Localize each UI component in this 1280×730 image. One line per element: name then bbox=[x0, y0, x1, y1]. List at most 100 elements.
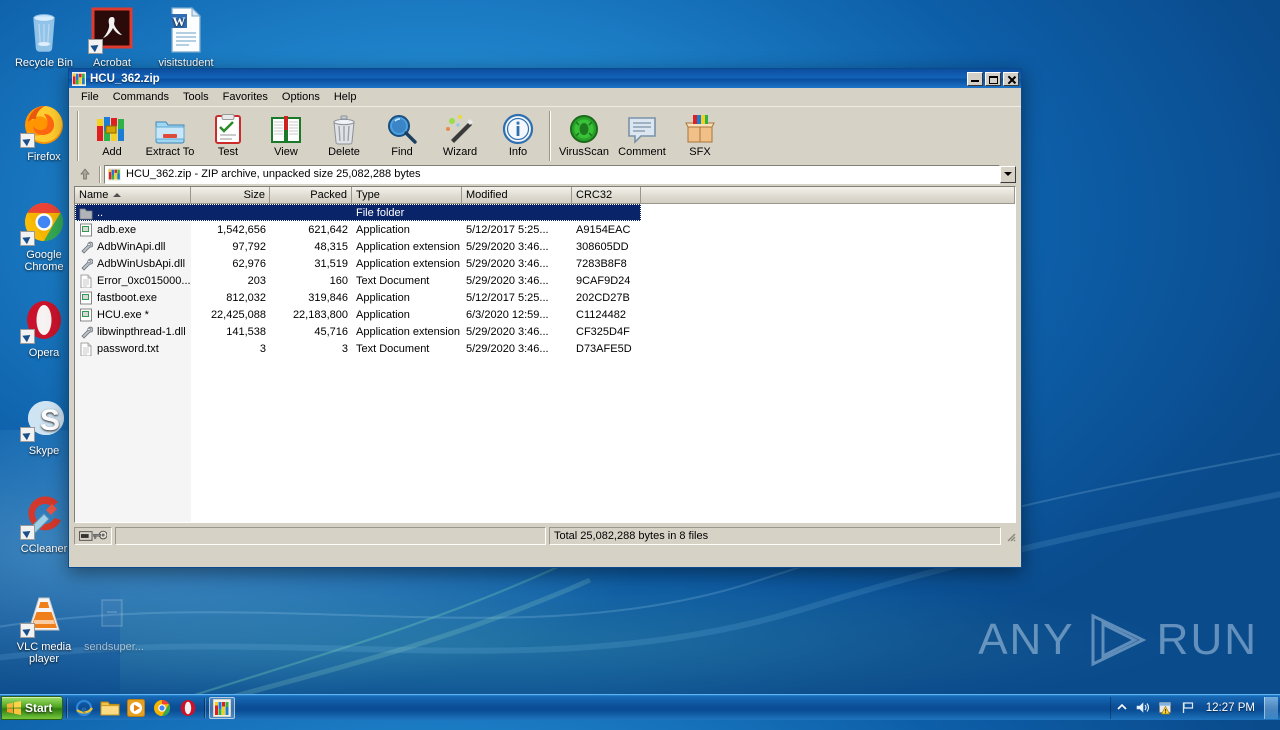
shortcut-arrow-icon bbox=[20, 525, 35, 540]
column-header-filler[interactable] bbox=[641, 187, 1015, 204]
toolbar-button-view[interactable]: View bbox=[257, 111, 315, 158]
menu-item-tools[interactable]: Tools bbox=[176, 89, 216, 105]
minimize-button[interactable] bbox=[967, 71, 983, 86]
status-total: Total 25,082,288 bytes in 8 files bbox=[549, 527, 1001, 545]
table-row[interactable]: libwinpthread-1.dll 141,538 45,716 Applicat… bbox=[75, 323, 1015, 340]
menu-item-help[interactable]: Help bbox=[327, 89, 364, 105]
desktop-icon-vlc-media-player[interactable]: VLC media player bbox=[8, 590, 80, 665]
svg-text:S: S bbox=[40, 404, 60, 437]
table-row[interactable]: AdbWinUsbApi.dll 62,976 31,519 Application … bbox=[75, 255, 1015, 272]
toolbar-button-add[interactable]: Add bbox=[83, 111, 141, 158]
up-arrow-icon bbox=[80, 168, 90, 180]
file-list-header[interactable]: Name Size Packed Type Modified CRC32 bbox=[75, 187, 1015, 204]
address-dropdown-button[interactable] bbox=[1000, 165, 1016, 183]
cell-text: Text Document bbox=[356, 274, 430, 287]
file-list[interactable]: Name Size Packed Type Modified CRC32 .. File f… bbox=[74, 186, 1016, 523]
quicklaunch-windows-media-player[interactable] bbox=[123, 697, 149, 719]
menu-item-commands[interactable]: Commands bbox=[106, 89, 176, 105]
table-row[interactable]: .. File folder bbox=[75, 204, 1015, 221]
quicklaunch-internet-explorer[interactable]: e bbox=[71, 697, 97, 719]
system-tray[interactable]: 12:27 PM bbox=[1109, 696, 1280, 719]
desktop-icon-visitstudent[interactable]: W visitstudent bbox=[150, 6, 222, 69]
toolbar-button-label: View bbox=[274, 146, 298, 158]
cell-crc32: CF325D4F bbox=[572, 326, 641, 338]
desktop-icon-sendsuper[interactable]: sendsuper... bbox=[78, 590, 150, 653]
column-header-type[interactable]: Type bbox=[352, 187, 462, 204]
volume-speaker-icon[interactable] bbox=[1133, 698, 1155, 718]
task-buttons[interactable] bbox=[209, 696, 235, 719]
column-header-size[interactable]: Size bbox=[191, 187, 270, 204]
toolbar-button-test[interactable]: Test bbox=[199, 111, 257, 158]
table-row[interactable]: password.txt 3 3 Text Document 5/29/2020 3:4… bbox=[75, 340, 1015, 357]
toolbar-button-delete[interactable]: Delete bbox=[315, 111, 373, 158]
cell-text: 7283B8F8 bbox=[576, 257, 627, 270]
toolbar-button-find[interactable]: Find bbox=[373, 111, 431, 158]
address-bar-row[interactable]: HCU_362.zip - ZIP archive, unpacked size… bbox=[69, 164, 1021, 186]
table-row[interactable]: Error_0xc015000... 203 160 Text Document 5/2… bbox=[75, 272, 1015, 289]
cell-size: 97,792 bbox=[191, 241, 270, 253]
menu-item-favorites[interactable]: Favorites bbox=[216, 89, 275, 105]
vlc-media-player-icon bbox=[20, 590, 68, 638]
toolbar-button-virusscan[interactable]: VirusScan bbox=[555, 111, 613, 158]
toolbar-button-sfx[interactable]: SFX bbox=[671, 111, 729, 158]
show-desktop-button[interactable] bbox=[1264, 696, 1278, 719]
cell-size: 812,032 bbox=[191, 292, 270, 304]
column-header-label: Modified bbox=[466, 189, 508, 201]
cell-text: .. bbox=[97, 206, 104, 219]
file-list-rows[interactable]: .. File folder adb.exe 1,542,656 621,642 App… bbox=[75, 204, 1015, 522]
maximize-button[interactable] bbox=[985, 71, 1001, 86]
text-document-icon bbox=[79, 274, 93, 288]
toolbar-button-wizard[interactable]: Wizard bbox=[431, 111, 489, 158]
cell-text: 31,519 bbox=[314, 257, 348, 270]
start-button[interactable]: Start bbox=[1, 695, 63, 720]
winrar-task-button[interactable] bbox=[209, 696, 235, 719]
show-hidden-icons-chevron-icon[interactable] bbox=[1111, 698, 1133, 718]
resize-grip[interactable] bbox=[1004, 530, 1016, 542]
toolbar[interactable]: Add Extract To Test View Delete Find Wiz… bbox=[69, 106, 1021, 164]
table-row[interactable]: HCU.exe * 22,425,088 22,183,800 Application… bbox=[75, 306, 1015, 323]
opera-icon bbox=[180, 699, 196, 716]
table-row[interactable]: AdbWinApi.dll 97,792 48,315 Application ext… bbox=[75, 238, 1015, 255]
taskbar[interactable]: Start e 12:27 PM bbox=[0, 694, 1280, 720]
address-field[interactable]: HCU_362.zip - ZIP archive, unpacked size… bbox=[104, 164, 1000, 184]
windows-explorer-icon bbox=[100, 701, 120, 715]
menu-item-options[interactable]: Options bbox=[275, 89, 327, 105]
anyrun-play-logo bbox=[1091, 613, 1147, 667]
toolbar-button-extract-to[interactable]: Extract To bbox=[141, 111, 199, 158]
taskbar-clock[interactable]: 12:27 PM bbox=[1199, 702, 1262, 714]
desktop-icon-recycle-bin[interactable]: Recycle Bin bbox=[8, 6, 80, 69]
menu-bar[interactable]: File Commands Tools Favorites Options Help bbox=[69, 88, 1021, 106]
toolbar-button-label: Comment bbox=[618, 146, 666, 158]
toolbar-button-label: Wizard bbox=[442, 146, 478, 158]
menu-item-file[interactable]: File bbox=[74, 89, 106, 105]
column-header-packed[interactable]: Packed bbox=[270, 187, 352, 204]
desktop-icon-acrobat[interactable]: Acrobat bbox=[76, 6, 148, 69]
column-header-label: Name bbox=[79, 189, 109, 201]
shortcut-arrow-icon bbox=[20, 133, 35, 148]
toolbar-button-label: Info bbox=[508, 146, 528, 158]
winrar-books-icon bbox=[108, 167, 121, 181]
column-header-name[interactable]: Name bbox=[75, 187, 191, 204]
toolbar-button-comment[interactable]: Comment bbox=[613, 111, 671, 158]
up-one-level-button[interactable] bbox=[74, 165, 96, 184]
network-flag-icon[interactable] bbox=[1177, 698, 1199, 718]
column-header-crc32[interactable]: CRC32 bbox=[572, 187, 641, 204]
close-button[interactable] bbox=[1003, 71, 1019, 86]
cell-text: 22,183,800 bbox=[292, 308, 348, 321]
sfx-box-icon bbox=[684, 113, 716, 145]
quicklaunch-windows-explorer[interactable] bbox=[97, 697, 123, 719]
table-row[interactable]: adb.exe 1,542,656 621,642 Application 5/12/2… bbox=[75, 221, 1015, 238]
column-header-modified[interactable]: Modified bbox=[462, 187, 572, 204]
status-icons[interactable] bbox=[74, 527, 112, 545]
virusscan-shield-icon bbox=[568, 113, 600, 145]
winrar-window[interactable]: HCU_362.zip File Commands Tools Favorites Op… bbox=[68, 68, 1022, 568]
action-center-flag-warning-icon[interactable] bbox=[1155, 698, 1177, 718]
quicklaunch-google-chrome[interactable] bbox=[149, 697, 175, 719]
toolbar-button-info[interactable]: Info bbox=[489, 111, 547, 158]
table-row[interactable]: fastboot.exe 812,032 319,846 Application 5/1… bbox=[75, 289, 1015, 306]
quick-launch-bar[interactable]: e bbox=[71, 697, 201, 719]
window-titlebar[interactable]: HCU_362.zip bbox=[69, 69, 1021, 88]
cell-text: Application extension bbox=[356, 325, 460, 338]
quicklaunch-opera[interactable] bbox=[175, 697, 201, 719]
ccleaner-icon bbox=[20, 492, 68, 540]
